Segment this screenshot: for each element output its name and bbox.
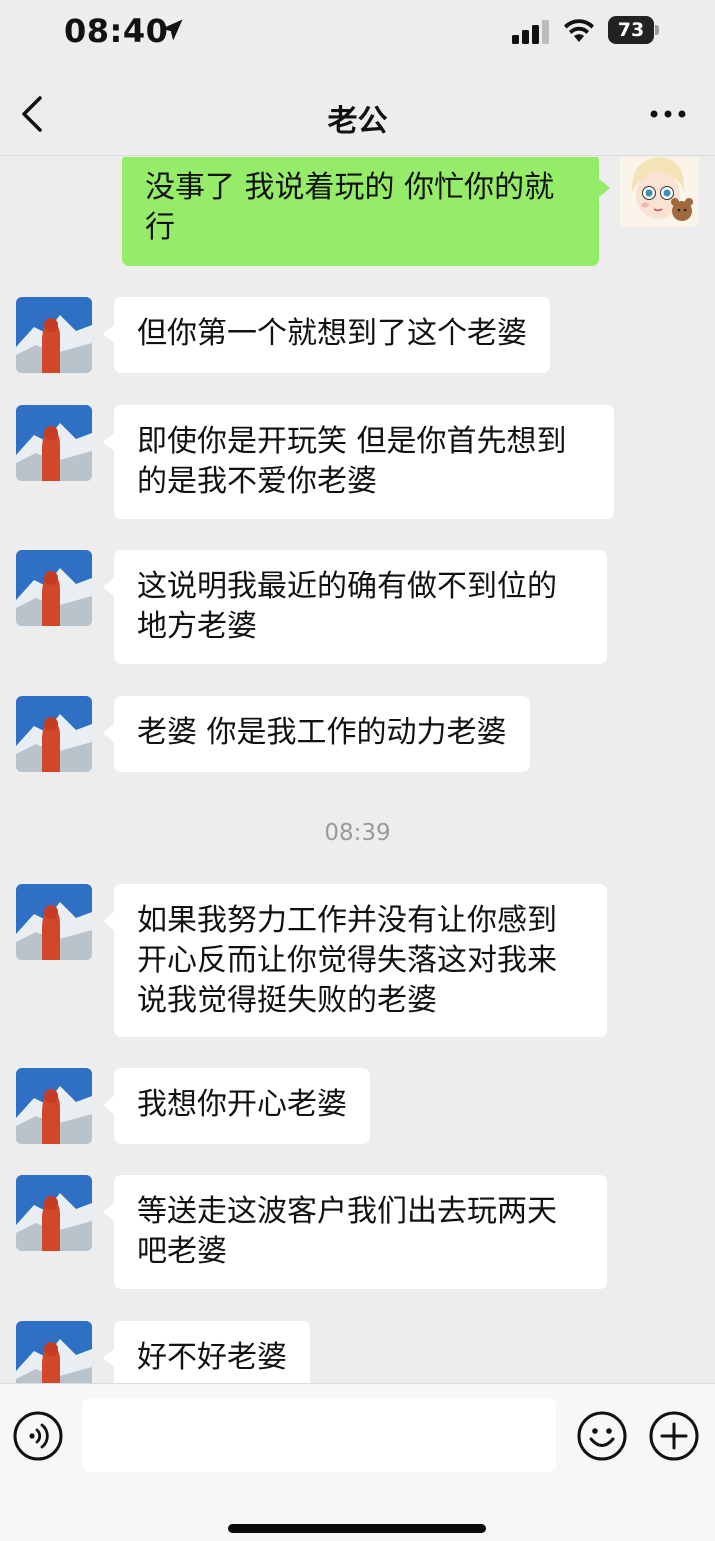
more-dots-icon[interactable] [648,108,688,120]
message-incoming: 好不好老婆 [0,1321,715,1383]
emoji-icon[interactable] [576,1410,628,1462]
contact-avatar[interactable] [16,884,92,960]
message-bubble[interactable]: 这说明我最近的确有做不到位的地方老婆 [103,550,607,664]
contact-avatar[interactable] [16,550,92,626]
mountain-photo-avatar-icon [16,696,92,772]
message-bubble[interactable]: 即使你是开玩笑 但是你首先想到的是我不爱你老婆 [103,405,614,519]
home-indicator[interactable] [228,1524,486,1533]
message-bubble[interactable]: 如果我努力工作并没有让你感到开心反而让你觉得失落这对我来说我觉得挺失败的老婆 [103,884,607,1037]
contact-avatar[interactable] [16,1068,92,1144]
wifi-icon [564,19,594,42]
message-incoming: 即使你是开玩笑 但是你首先想到的是我不爱你老婆 [0,405,715,519]
message-incoming: 我想你开心老婆 [0,1068,715,1144]
message-input[interactable] [82,1398,556,1472]
chat-message-list[interactable]: 没事了 我说着玩的 你忙你的就行 但你第一个就想到了这个老婆 即使你是开玩笑 但… [0,157,715,1383]
contact-avatar[interactable] [16,405,92,481]
message-bubble[interactable]: 但你第一个就想到了这个老婆 [103,297,550,373]
contact-avatar[interactable] [16,1321,92,1383]
cellular-signal-icon [512,20,549,44]
mountain-photo-avatar-icon [16,1068,92,1144]
contact-avatar[interactable] [16,297,92,373]
location-arrow-icon [161,19,183,41]
message-incoming: 如果我努力工作并没有让你感到开心反而让你觉得失落这对我来说我觉得挺失败的老婆 [0,884,715,1037]
plus-icon[interactable] [648,1410,700,1462]
message-bubble[interactable]: 没事了 我说着玩的 你忙你的就行 [122,157,610,266]
mountain-photo-avatar-icon [16,550,92,626]
mountain-photo-avatar-icon [16,1321,92,1383]
message-bubble[interactable]: 好不好老婆 [103,1321,310,1383]
message-bubble[interactable]: 我想你开心老婆 [103,1068,370,1144]
cartoon-girl-avatar-icon [620,157,698,227]
my-avatar[interactable] [620,157,698,227]
contact-avatar[interactable] [16,696,92,772]
battery-indicator: 73 [608,16,659,44]
message-incoming: 老婆 你是我工作的动力老婆 [0,696,715,772]
mountain-photo-avatar-icon [16,297,92,373]
battery-cap [655,25,659,35]
status-time: 08:40 [64,12,169,50]
chat-timestamp: 08:39 [324,820,391,846]
mountain-photo-avatar-icon [16,884,92,960]
message-incoming: 但你第一个就想到了这个老婆 [0,297,715,373]
message-outgoing: 没事了 我说着玩的 你忙你的就行 [0,157,715,267]
chat-header: 老公 [0,62,715,156]
mountain-photo-avatar-icon [16,1175,92,1251]
voice-icon[interactable] [12,1410,64,1462]
chat-input-bar [0,1383,715,1541]
contact-avatar[interactable] [16,1175,92,1251]
chat-title: 老公 [327,104,388,139]
battery-level: 73 [608,16,654,44]
message-incoming: 这说明我最近的确有做不到位的地方老婆 [0,550,715,664]
message-bubble[interactable]: 老婆 你是我工作的动力老婆 [103,696,530,772]
status-bar: 08:40 73 [0,0,715,62]
mountain-photo-avatar-icon [16,405,92,481]
message-incoming: 等送走这波客户我们出去玩两天吧老婆 [0,1175,715,1289]
message-bubble[interactable]: 等送走这波客户我们出去玩两天吧老婆 [103,1175,607,1289]
